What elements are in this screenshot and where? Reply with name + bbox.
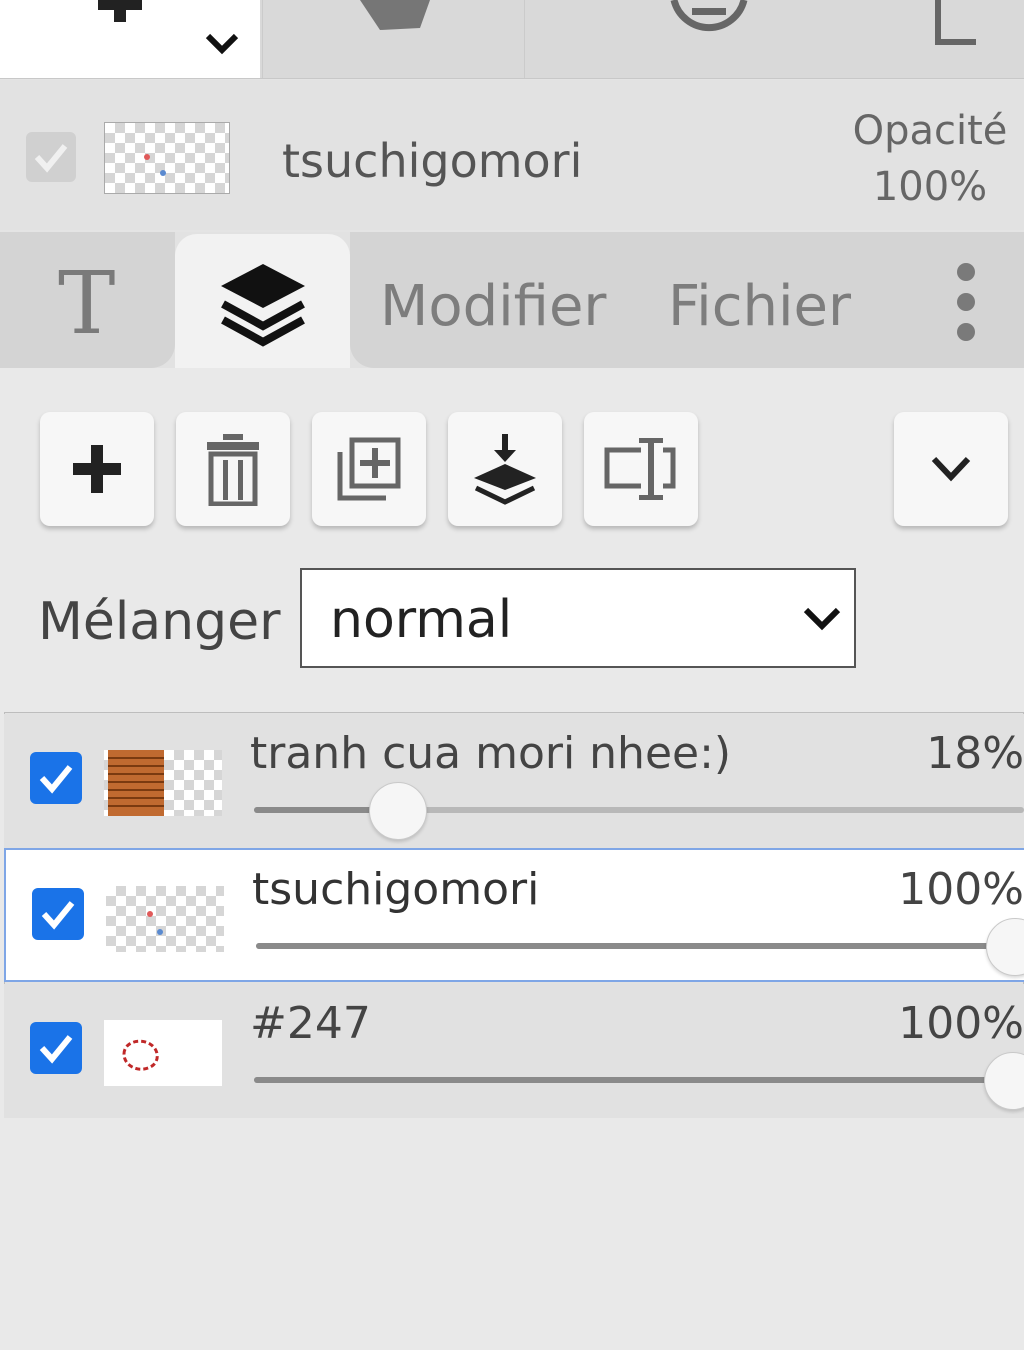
check-icon [39,1035,73,1064]
current-layer-visibility-checkbox[interactable] [26,132,76,182]
opacity-slider-thumb[interactable] [984,1052,1024,1110]
rename-layer-button[interactable] [584,412,698,526]
layer-thumbnail [104,1020,222,1086]
layers-panel: Mélanger normal tranh cua mori nhee:) 18… [0,368,1024,1350]
more-actions-button[interactable] [894,412,1008,526]
layer-name: #247 [250,998,371,1049]
layer-name: tsuchigomori [252,864,540,915]
layer-row[interactable]: #247 100% [4,984,1024,1118]
check-icon [34,144,68,173]
lasso-selection-icon [122,1039,159,1071]
tab-text[interactable]: T [0,232,175,368]
tab-layers[interactable] [175,234,350,368]
tab-bar-background: Modifier Fichier [350,232,1024,368]
layer-thumbnail [106,886,224,952]
tab-file[interactable]: Fichier [668,274,851,339]
merge-down-button[interactable] [448,412,562,526]
layers-icon [221,264,305,347]
duplicate-layer-button[interactable] [312,412,426,526]
opacity-value: 100% [872,164,988,210]
more-vertical-icon[interactable] [946,262,986,346]
delete-layer-button[interactable] [176,412,290,526]
check-icon [39,765,73,794]
zoom-out-icon[interactable] [664,0,754,48]
layer-visibility-checkbox[interactable] [32,888,84,940]
layer-thumbnail [104,750,222,816]
text-tool-button[interactable] [0,0,260,78]
current-layer-bar: tsuchigomori Opacité 100% [0,80,1024,230]
text-cursor-icon [604,438,676,500]
opacity-label: Opacité [852,108,1008,154]
blend-mode-select[interactable]: normal [300,568,856,668]
opacity-slider-thumb[interactable] [369,782,427,840]
check-icon [41,901,75,930]
chevron-down-icon [931,456,971,482]
export-icon[interactable] [926,0,1024,48]
blend-mode-value: normal [330,590,513,650]
layer-row[interactable]: tranh cua mori nhee:) 18% [4,714,1024,848]
toolbar-divider [524,0,525,78]
text-tool-icon [98,0,142,22]
chevron-down-icon [803,607,841,631]
layer-name: tranh cua mori nhee:) [250,728,732,779]
current-layer-name: tsuchigomori [282,134,583,188]
layer-visibility-checkbox[interactable] [30,752,82,804]
layer-opacity: 100% [898,998,1024,1049]
layer-opacity: 100% [898,864,1024,915]
layer-opacity: 18% [926,728,1024,779]
top-toolbar [0,0,1024,79]
plus-icon [73,445,121,493]
current-layer-thumbnail [104,122,230,194]
tab-bar: T Modifier Fichier [0,232,1024,368]
trash-icon [207,434,259,506]
layer-row-selected[interactable]: tsuchigomori 100% [4,848,1024,982]
blend-label: Mélanger [38,592,281,652]
layer-visibility-checkbox[interactable] [30,1022,82,1074]
text-tab-icon: T [58,254,116,354]
opacity-slider-fill [254,1077,1004,1083]
toolbar-divider [262,0,263,78]
tab-modify[interactable]: Modifier [380,274,606,339]
add-layer-button[interactable] [40,412,154,526]
opacity-slider-thumb[interactable] [986,918,1024,976]
duplicate-icon [337,437,401,501]
merge-down-icon [474,434,536,505]
shape-tool-icon[interactable] [350,0,440,40]
opacity-slider-fill [256,943,1006,949]
chevron-down-icon[interactable] [200,26,244,60]
